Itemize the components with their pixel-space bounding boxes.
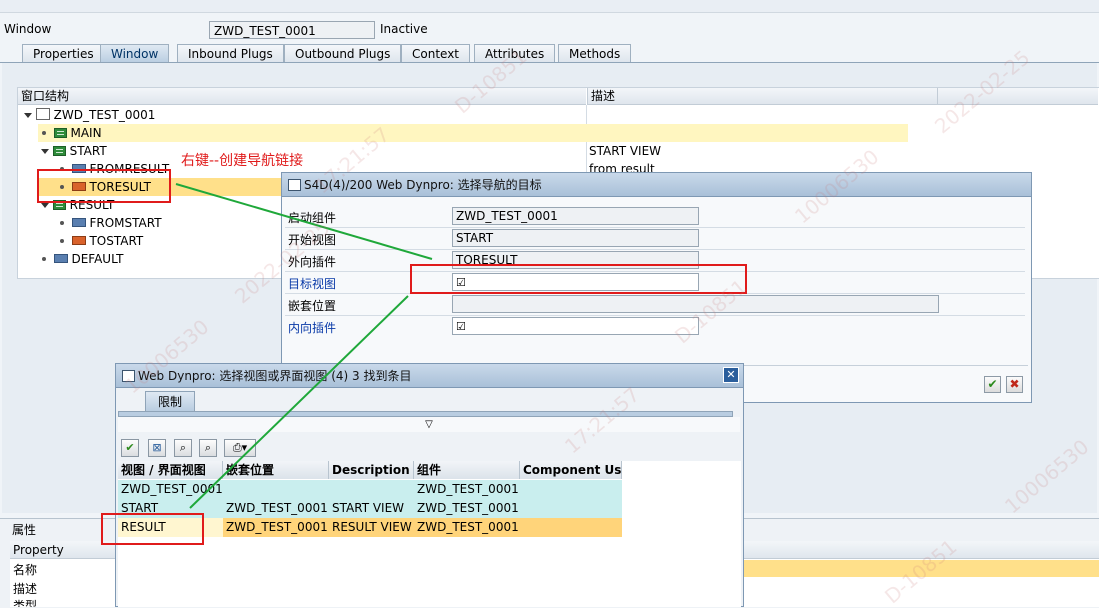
- annotation-arrows: [175, 183, 433, 509]
- arrow-toresult-to-outbound: [175, 183, 433, 260]
- arrow-result-to-target-view: [189, 295, 409, 509]
